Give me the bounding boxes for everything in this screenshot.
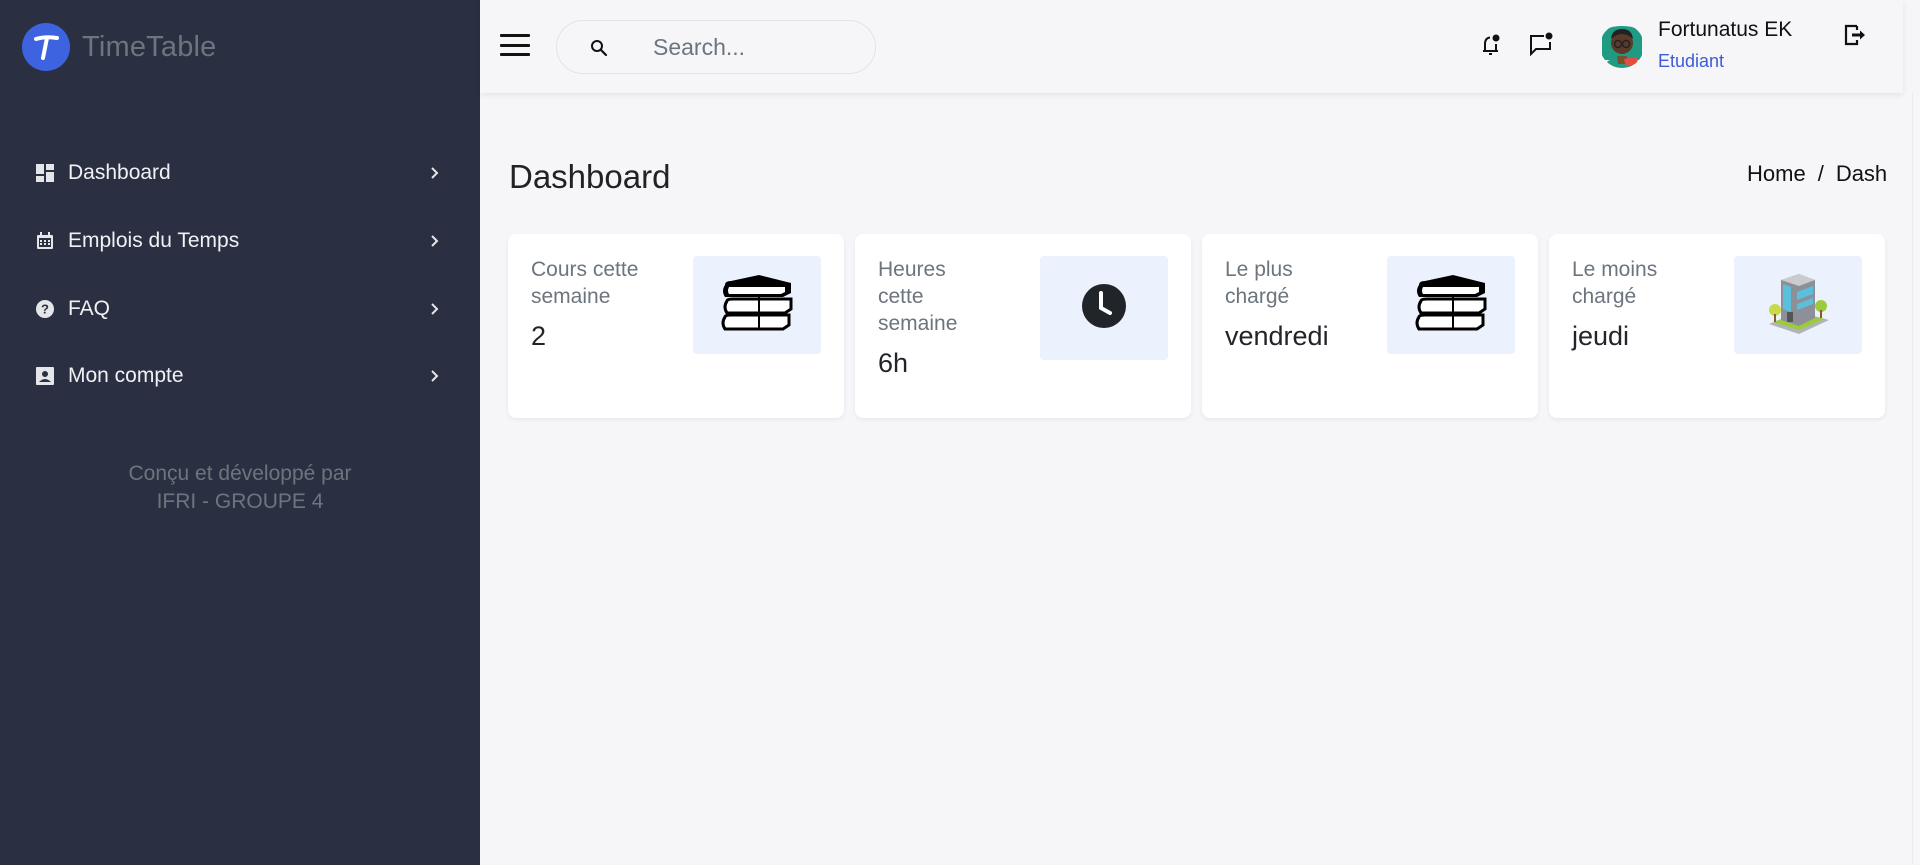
stat-card-plus-charge: Le plus chargé vendredi [1202, 234, 1538, 418]
chevron-right-icon [428, 302, 442, 316]
chevron-right-icon [428, 234, 442, 248]
credits: Conçu et développé par IFRI - GROUPE 4 [0, 460, 480, 516]
page-title: Dashboard [509, 158, 671, 195]
calendar-icon [36, 232, 54, 250]
card-value: vendredi [1225, 321, 1329, 351]
sidebar-item-label: Dashboard [68, 161, 171, 184]
user-name: Fortunatus EK [1658, 18, 1793, 41]
books-icon [1413, 273, 1489, 338]
sidebar-item-emplois-du-temps[interactable]: Emplois du Temps [0, 213, 480, 269]
sidebar: TimeTable Dashboard Emplois du Temps ? F… [0, 0, 480, 865]
card-icon-box [1734, 256, 1862, 354]
card-label: Cours cette semaine 2 [531, 256, 671, 352]
help-icon: ? [36, 300, 54, 318]
user-info: Fortunatus EK Etudiant [1658, 16, 1792, 80]
avatar [1600, 24, 1644, 68]
sidebar-item-dashboard[interactable]: Dashboard [0, 145, 480, 201]
sidebar-item-label: Mon compte [68, 364, 184, 387]
sidebar-item-label: Emplois du Temps [68, 229, 240, 252]
account-icon [36, 367, 54, 385]
card-icon-box [1387, 256, 1515, 354]
messages-icon[interactable] [1528, 32, 1554, 58]
chevron-right-icon [428, 166, 442, 180]
building-icon [1763, 268, 1833, 343]
content-border [1912, 93, 1913, 865]
clock-icon [1081, 283, 1127, 334]
card-label: Le plus chargé vendredi [1225, 256, 1335, 352]
search-box [556, 20, 876, 74]
card-icon-box [693, 256, 821, 354]
brand[interactable]: TimeTable [22, 22, 217, 72]
breadcrumb-current: Dash [1835, 161, 1888, 186]
books-icon [719, 273, 795, 338]
sidebar-item-faq[interactable]: ? FAQ [0, 281, 480, 337]
credits-line-1: Conçu et développé par [128, 462, 352, 485]
logout-icon[interactable] [1842, 22, 1868, 48]
svg-text:?: ? [41, 302, 49, 317]
dashboard-icon [36, 164, 54, 182]
notification-bell-icon[interactable] [1478, 32, 1504, 58]
stat-card-moins-charge: Le moins chargé jeudi [1549, 234, 1885, 418]
breadcrumb-home[interactable]: Home [1747, 161, 1806, 187]
card-icon-box [1040, 256, 1168, 360]
breadcrumb: Home / Dash [1747, 161, 1887, 187]
stat-card-heures: Heures cette semaine 6h [855, 234, 1191, 418]
top-header: Fortunatus EK Etudiant [480, 0, 1903, 93]
card-label: Heures cette semaine 6h [878, 256, 978, 379]
sidebar-item-label: FAQ [68, 297, 111, 320]
stat-card-cours: Cours cette semaine 2 [508, 234, 844, 418]
card-value: jeudi [1572, 321, 1630, 351]
card-value: 6h [878, 348, 909, 378]
search-input[interactable] [653, 31, 853, 63]
user-role: Etudiant [1658, 51, 1725, 71]
card-label: Le moins chargé jeudi [1572, 256, 1692, 352]
breadcrumb-separator: / [1817, 161, 1824, 186]
sidebar-item-mon-compte[interactable]: Mon compte [0, 348, 480, 404]
credits-line-2: IFRI - GROUPE 4 [156, 490, 324, 513]
search-icon[interactable] [589, 38, 609, 58]
brand-logo-icon [22, 23, 70, 71]
menu-toggle-icon[interactable] [500, 34, 530, 56]
card-value: 2 [531, 321, 547, 351]
chevron-right-icon [428, 369, 442, 383]
user-profile[interactable]: Fortunatus EK Etudiant [1600, 16, 1792, 80]
brand-name: TimeTable [82, 30, 217, 63]
